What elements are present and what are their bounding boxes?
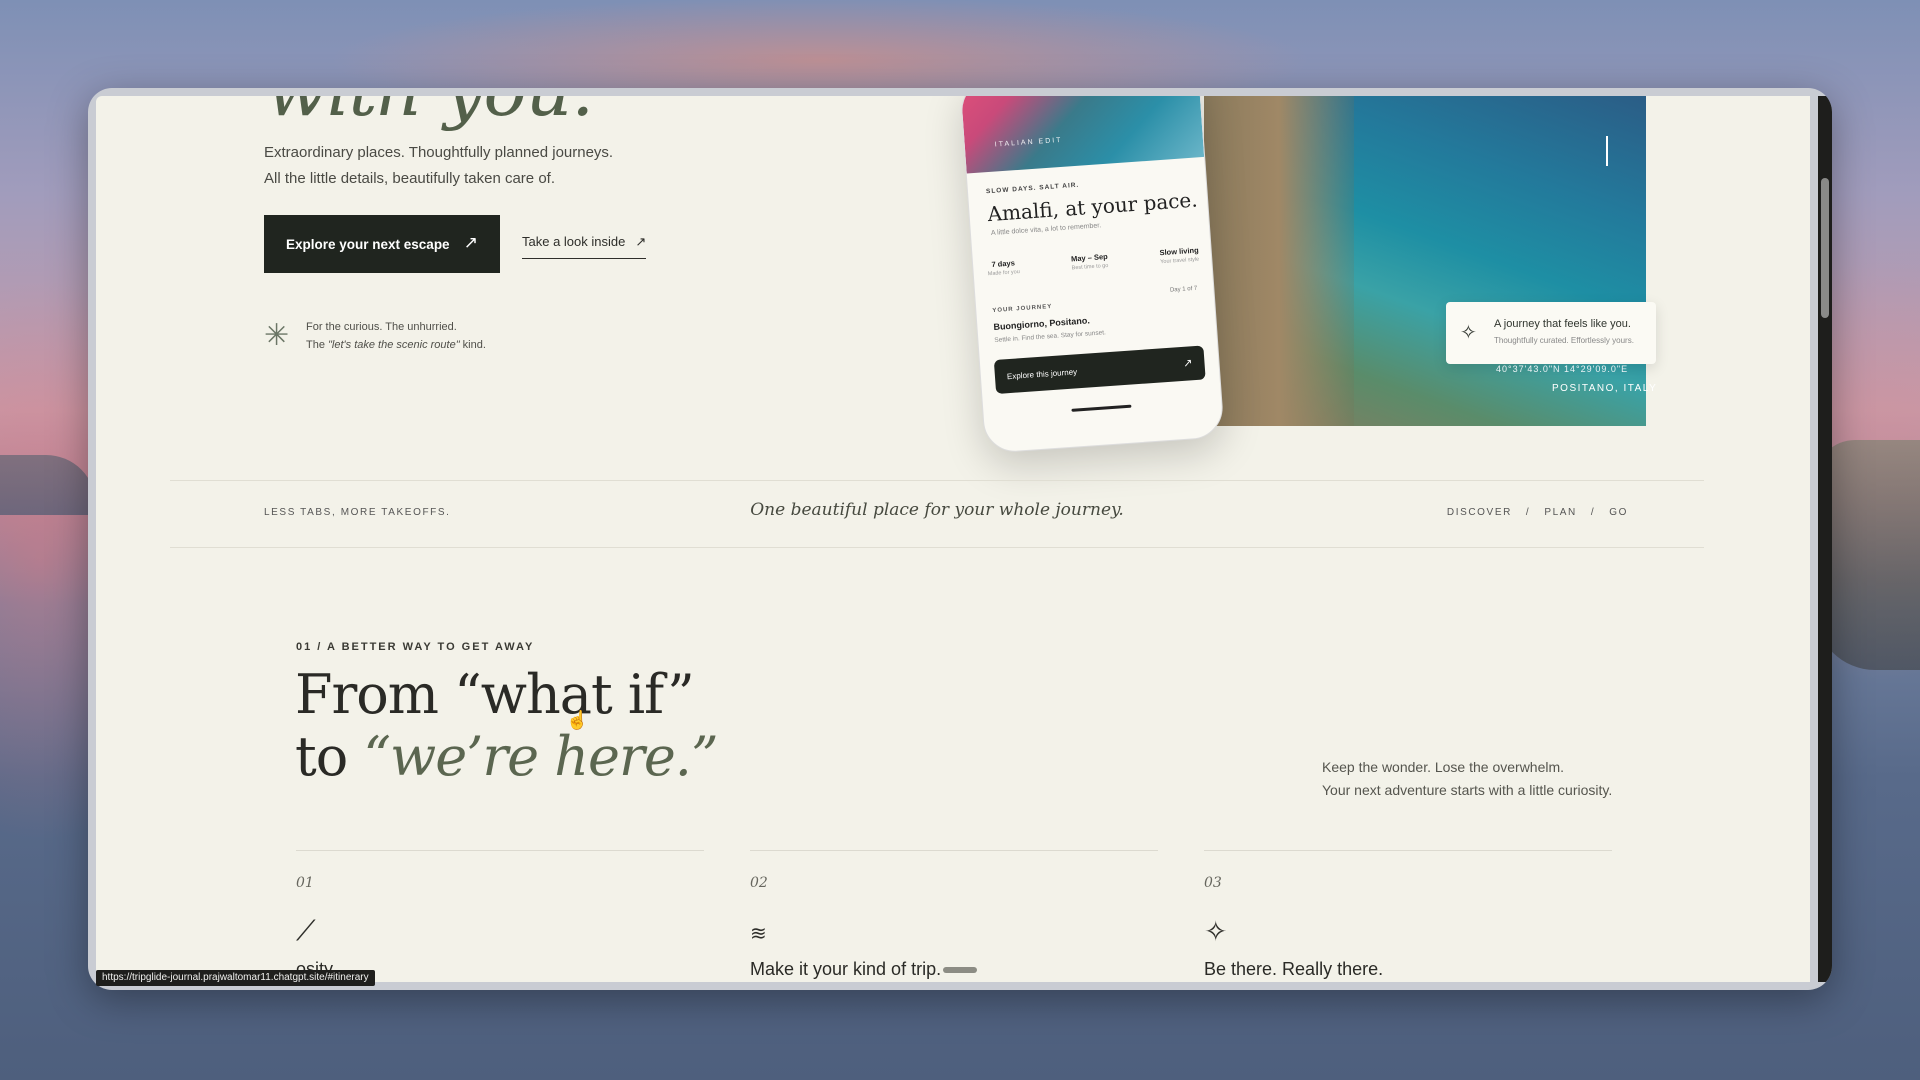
mouse-cursor: ☝ (566, 710, 589, 730)
tagline-band: LESS TABS, MORE TAKEOFFS. One beautiful … (170, 480, 1704, 548)
stat-value: May – Sep (1070, 251, 1108, 264)
headline-pre: to (295, 725, 364, 788)
arrow-up-right-icon: ↗ (463, 233, 478, 252)
side-copy-line-2: Your next adventure starts with a little… (1322, 782, 1613, 798)
nav-plan[interactable]: PLAN (1544, 507, 1577, 518)
journey-card-subtitle: Thoughtfully curated. Effortlessly yours… (1494, 336, 1634, 345)
phone-journey-label: YOUR JOURNEY (992, 303, 1053, 315)
nav-separator: / (1590, 507, 1596, 518)
cliff-shape (1204, 96, 1354, 426)
take-a-look-link[interactable]: Take a look inside ↗ (522, 234, 647, 259)
arrow-up-right-icon: ↗ (1182, 357, 1193, 370)
explore-escape-button[interactable]: Explore your next escape ↗ (264, 215, 500, 273)
feature-number: 03 (1204, 875, 1222, 891)
location-name: POSITANO, ITALY (1552, 383, 1658, 394)
sailboat-shape (1606, 136, 1638, 166)
phone-home-indicator (1071, 404, 1132, 412)
nav-go[interactable]: GO (1609, 507, 1628, 518)
headline-accent: “we’re here.” (363, 725, 718, 788)
arrow-up-right-icon: ↗ (635, 234, 647, 249)
stat-value: Slow living (1159, 245, 1199, 258)
headline-line-1: From “what if” (295, 663, 695, 726)
stat-label: Your travel style (1160, 256, 1200, 266)
status-bar-url: https://tripglide-journal.prajwaltomar11… (96, 970, 375, 986)
dash-shape (943, 967, 978, 974)
feature-item: 01 ⟋ osity. (296, 850, 704, 979)
feature-number: 02 (750, 875, 768, 891)
web-page: with you. Extraordinary places. Thoughtf… (96, 96, 1810, 982)
hero-tagline: For the curious. The unhurried. The "let… (306, 318, 486, 354)
section-eyebrow: 01 / A BETTER WAY TO GET AWAY (296, 641, 535, 653)
journey-card-title: A journey that feels like you. (1494, 318, 1631, 330)
take-a-look-label: Take a look inside (522, 234, 626, 249)
feature-title: Make it your kind of trip. (750, 959, 978, 980)
arrow-icon: ⟋ (296, 915, 316, 946)
feature-title-text: Make it your kind of trip. (750, 959, 942, 979)
headline-line-2: to “we’re here.” (295, 725, 719, 788)
section-headline: From “what if” to “we’re here.” (295, 663, 719, 788)
phone-title: Amalfi, at your pace. (986, 187, 1199, 227)
tagline-line-1: For the curious. The unhurried. (306, 321, 457, 333)
band-nav: DISCOVER / PLAN / GO (1447, 507, 1628, 518)
explore-escape-label: Explore your next escape (286, 236, 450, 252)
phone-stat: Slow living Your travel style (1159, 246, 1199, 266)
stat-label: Made for you (987, 269, 1021, 278)
phone-mockup: ITALIAN EDIT SLOW DAYS. SALT AIR. Amalfi… (959, 96, 1225, 454)
feature-title: Be there. Really there. (1204, 959, 1384, 979)
phone-eyebrow: SLOW DAYS. SALT AIR. (985, 181, 1080, 196)
section-side-copy: Keep the wonder. Lose the overwhelm. You… (1322, 756, 1612, 802)
stat-label: Best time to go (1071, 262, 1109, 272)
feature-number: 01 (296, 875, 314, 891)
waves-icon: ≋ (750, 923, 767, 945)
tagline-line-2: The "let's take the scenic route" kind. (306, 336, 486, 354)
phone-hero-image (960, 96, 1205, 174)
phone-stat: 7 days Made for you (987, 258, 1020, 277)
side-copy-line-1: Keep the wonder. Lose the overwhelm. (1322, 759, 1565, 775)
hero-title-fragment: with you. (266, 96, 594, 132)
hero-lead: Extraordinary places. Thoughtfully plann… (264, 140, 664, 192)
phone-stat: May – Sep Best time to go (1071, 252, 1109, 272)
tagline-em: "let's take the scenic route" (328, 339, 460, 351)
nav-discover[interactable]: DISCOVER (1447, 507, 1512, 518)
nav-separator: / (1525, 507, 1531, 518)
sparkle-icon: ✧ (1460, 322, 1477, 344)
scrollbar-thumb[interactable] (1821, 178, 1829, 318)
tagline-post: kind. (459, 339, 486, 351)
phone-journey-subtitle: Settle in. Find the sea. Stay for sunset… (994, 329, 1107, 344)
hero-lead-line-1: Extraordinary places. Thoughtfully plann… (264, 144, 614, 161)
feature-item: 03 ✧ Be there. Really there. (1204, 850, 1612, 979)
phone-journey-title: Buongiorno, Positano. (993, 315, 1091, 333)
phone-day-label: Day 1 of 7 (1169, 285, 1198, 294)
hero-lead-line-2: All the little details, beautifully take… (264, 170, 555, 187)
stat-value: 7 days (991, 258, 1016, 270)
explore-journey-button[interactable]: Explore this journey ↗ (993, 345, 1206, 395)
asterisk-icon: ✳ (264, 319, 290, 352)
scrollbar[interactable] (1818, 96, 1832, 982)
journey-card: ✧ A journey that feels like you. Thought… (1446, 302, 1656, 364)
tagline-pre: The (306, 339, 329, 351)
explore-journey-label: Explore this journey (1006, 366, 1078, 381)
feature-item: 02 ≋ Make it your kind of trip. (750, 850, 1158, 979)
location-coordinates: 40°37'43.0"N 14°29'09.0"E (1496, 364, 1629, 374)
sparkle-icon: ✧ (1204, 916, 1228, 947)
phone-stats: 7 days Made for you May – Sep Best time to… (987, 246, 1200, 278)
browser-window: with you. Extraordinary places. Thoughtf… (88, 88, 1832, 990)
amalfi-coast-photo (1204, 96, 1646, 426)
